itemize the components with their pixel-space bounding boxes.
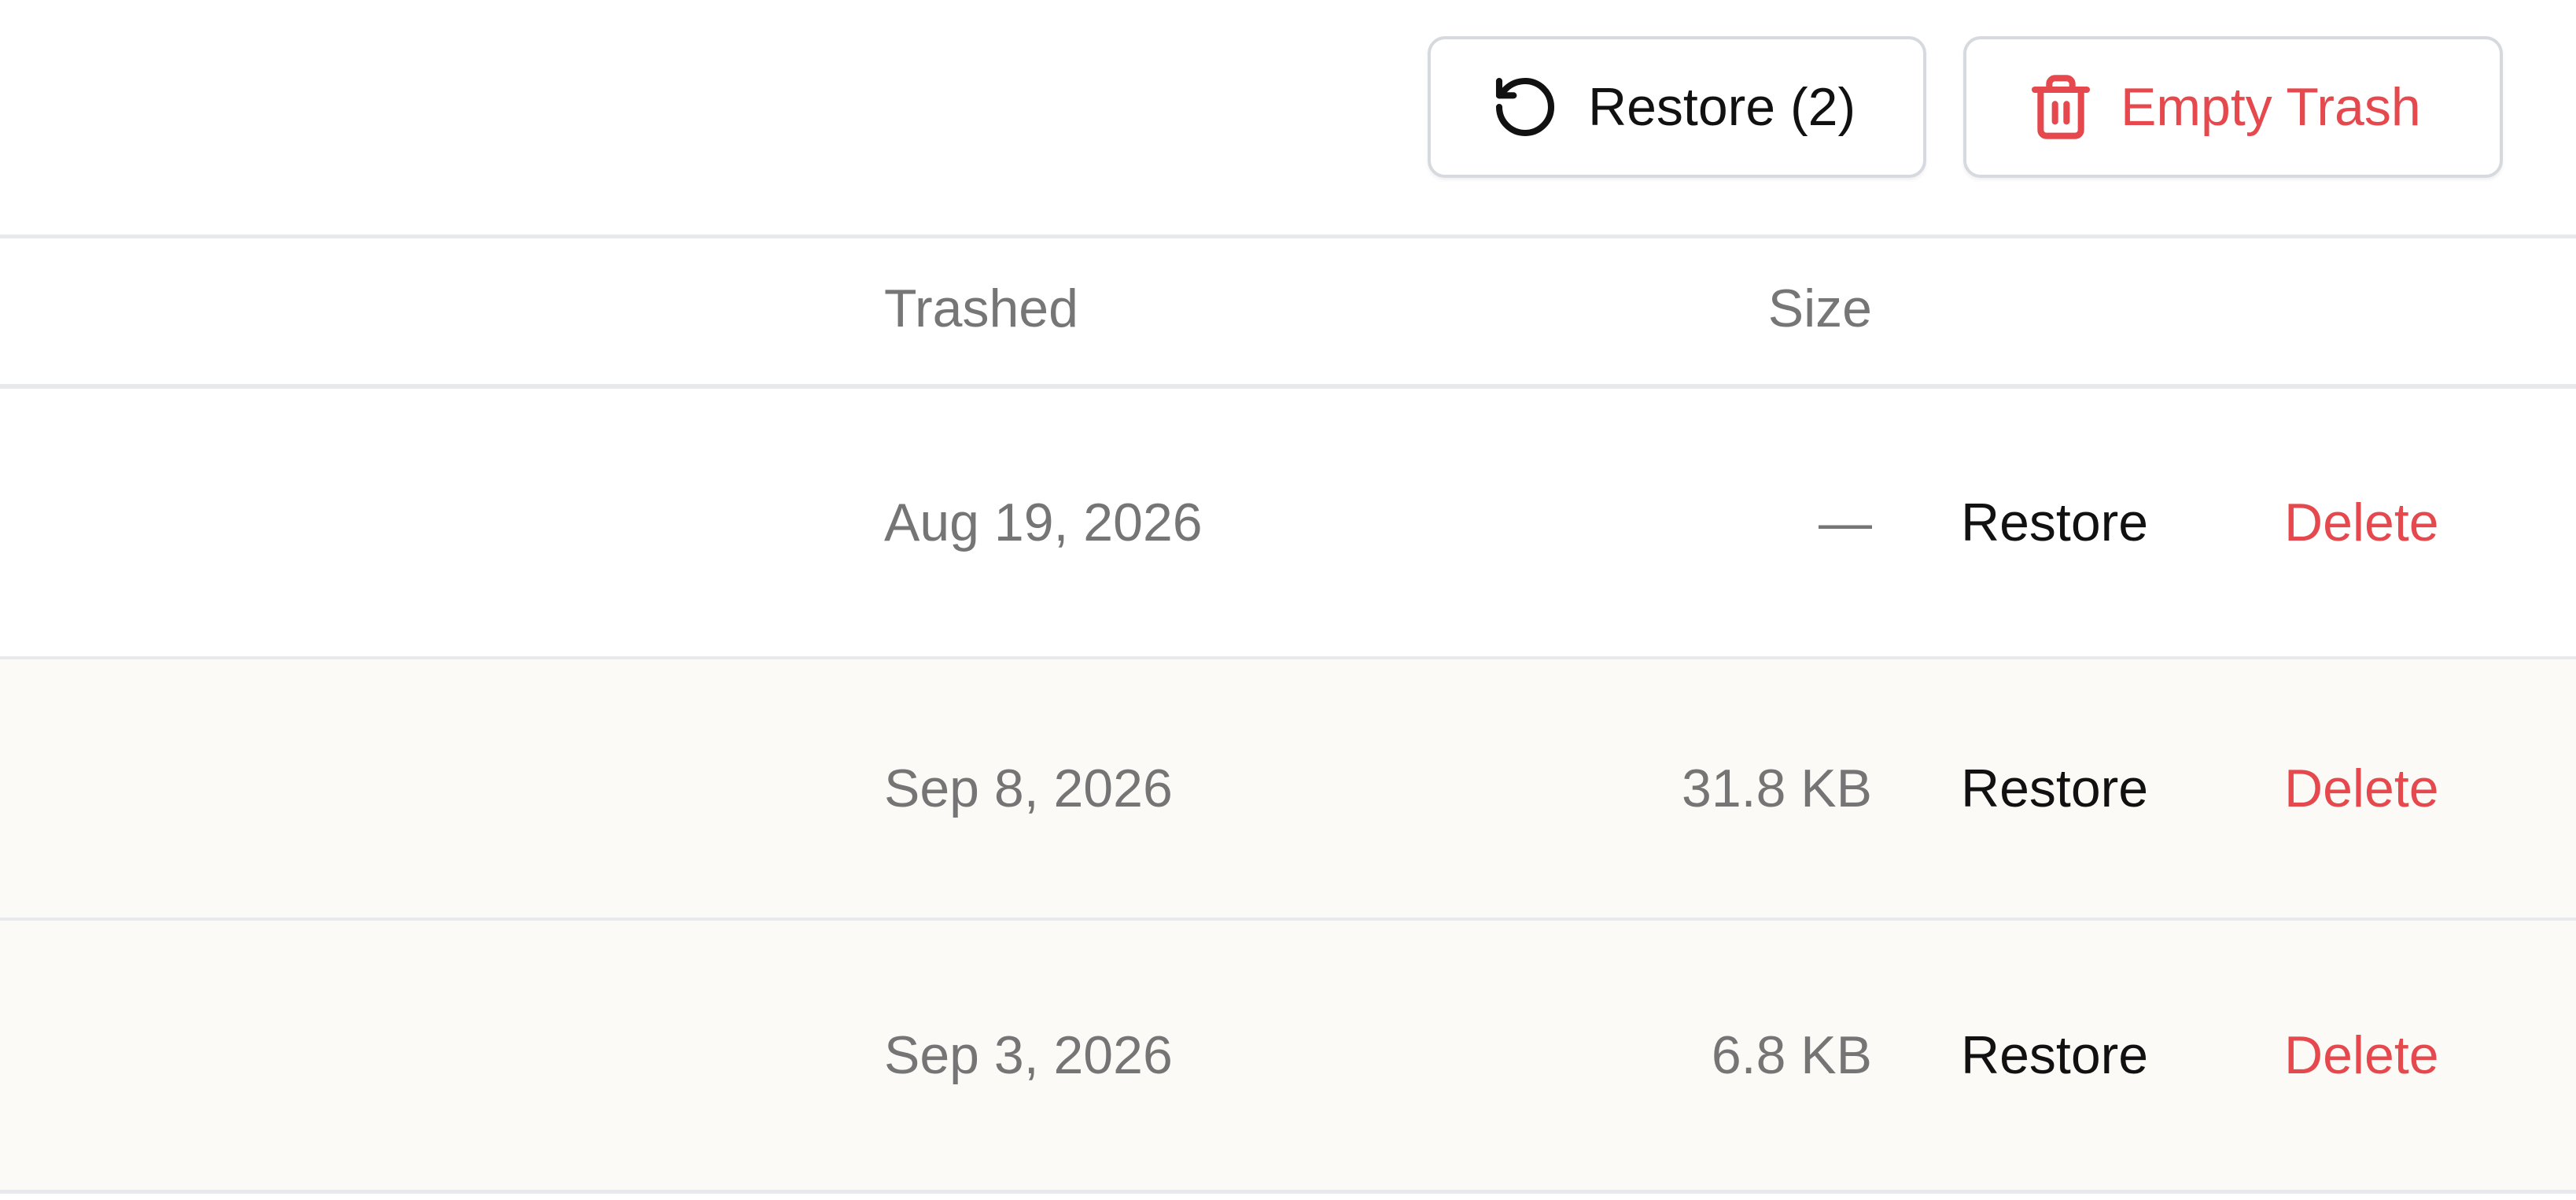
row-divider	[0, 1190, 2576, 1194]
trashed-date: Sep 8, 2026	[884, 759, 1173, 818]
delete-link[interactable]: Delete	[2284, 1024, 2439, 1087]
column-header-size[interactable]: Size	[1652, 277, 1872, 340]
restore-selected-label: Restore (2)	[1588, 77, 1856, 137]
table-row[interactable]: Sep 8, 2026 31.8 KB Restore Delete	[0, 659, 2576, 918]
trash-view: Restore (2) Empty Trash Trashed Size Aug…	[0, 0, 2576, 1200]
empty-trash-label: Empty Trash	[2121, 77, 2421, 137]
toolbar-divider	[0, 234, 2576, 238]
delete-link[interactable]: Delete	[2284, 757, 2439, 820]
trashed-date: Aug 19, 2026	[884, 493, 1203, 552]
table-row[interactable]: Aug 19, 2026 — Restore Delete	[0, 389, 2576, 656]
empty-trash-button[interactable]: Empty Trash	[1963, 36, 2503, 178]
table-row[interactable]: Sep 3, 2026 6.8 KB Restore Delete	[0, 921, 2576, 1190]
restore-selected-button[interactable]: Restore (2)	[1428, 36, 1926, 178]
trashed-date: Sep 3, 2026	[884, 1025, 1173, 1085]
rotate-ccw-icon	[1491, 72, 1560, 142]
restore-link[interactable]: Restore	[1961, 1024, 2148, 1087]
file-size: 6.8 KB	[1711, 1025, 1872, 1085]
restore-link[interactable]: Restore	[1961, 491, 2148, 554]
trash-icon	[2026, 72, 2095, 142]
column-header-trashed[interactable]: Trashed	[884, 277, 1078, 340]
restore-link[interactable]: Restore	[1961, 757, 2148, 820]
file-size: 31.8 KB	[1682, 759, 1872, 818]
file-size: —	[1819, 493, 1872, 552]
delete-link[interactable]: Delete	[2284, 491, 2439, 554]
